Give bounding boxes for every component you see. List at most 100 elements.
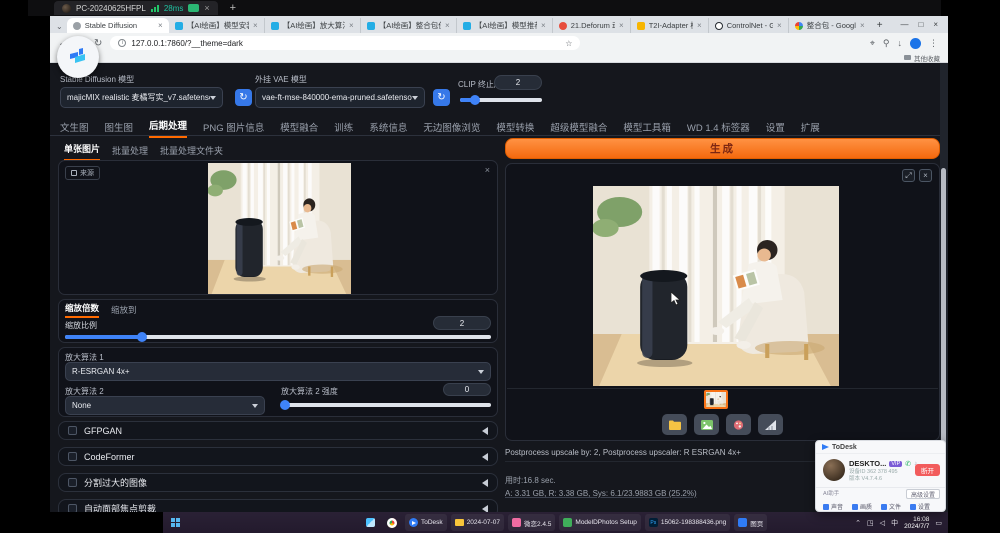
todesk-session-tab[interactable]: PC-20240625HFPL 28ms × (54, 1, 218, 15)
accordion-auto-face-crop[interactable]: 自动面部焦点剪裁 (58, 499, 498, 512)
site-info-icon[interactable]: i (118, 39, 126, 47)
close-window-icon[interactable]: × (933, 20, 938, 29)
minimize-icon[interactable]: — (900, 20, 908, 29)
taskbar-chrome[interactable] (383, 514, 401, 531)
upscaler2-strength-value[interactable]: 0 (443, 383, 491, 396)
assistant-label[interactable]: AI助手 (823, 491, 839, 498)
tab-scale-to[interactable]: 缩放到 (111, 304, 137, 318)
todesk-popup-header[interactable]: ToDesk (816, 441, 945, 454)
resize-slider[interactable] (65, 335, 491, 339)
browser-tab[interactable]: 21.Deforum 动画教程 × (553, 18, 631, 33)
tab-close-icon[interactable]: × (158, 21, 163, 30)
subtab-batch[interactable]: 批量处理 (112, 144, 148, 161)
tab-close-icon[interactable]: × (619, 21, 624, 30)
profile-avatar[interactable] (910, 38, 921, 49)
save-image-button[interactable] (694, 414, 719, 435)
tab-close-icon[interactable]: × (541, 21, 546, 30)
ime-indicator[interactable]: 中 (891, 518, 898, 528)
browser-tab[interactable]: 整合包 - Google 搜索 × (789, 18, 871, 33)
bookmark-star-icon[interactable]: ☆ (565, 39, 572, 48)
codeformer-checkbox[interactable] (68, 452, 77, 461)
source-image[interactable] (208, 163, 351, 294)
clip-skip-slider[interactable] (460, 98, 542, 102)
tab-close-icon[interactable]: × (253, 21, 258, 30)
resize-tool-button[interactable] (758, 414, 783, 435)
accordion-codeformer[interactable]: CodeFormer (58, 447, 498, 466)
taskbar-todesk[interactable]: ToDesk (405, 514, 447, 531)
other-bookmarks-label[interactable]: 其他收藏 (914, 53, 940, 63)
taskbar-folder[interactable]: 2024-07-07 (451, 514, 504, 531)
gallery-thumbnail[interactable] (704, 390, 728, 409)
tab-close-icon[interactable]: × (860, 21, 865, 30)
disconnect-button[interactable]: 断开 (915, 464, 940, 476)
new-session-icon[interactable]: + (230, 2, 236, 14)
volume-icon[interactable]: ◁ (880, 519, 885, 527)
upscaler2-dropdown[interactable]: None (65, 396, 265, 415)
subtab-single-image[interactable]: 单张图片 (64, 142, 100, 161)
notification-icon[interactable]: ▭ (935, 519, 942, 527)
vae-refresh-button[interactable]: ↻ (433, 89, 450, 106)
accordion-gfpgan[interactable]: GFPGAN (58, 421, 498, 440)
address-bar[interactable]: i 127.0.0.1:7860/?__theme=dark ☆ (110, 36, 580, 50)
cursor-ext-icon[interactable]: ⌖ (870, 38, 875, 49)
browser-tab[interactable]: 【AI绘画】模型推荐 - 哔哩哔哩 × (457, 18, 553, 33)
slider-handle[interactable] (137, 332, 147, 342)
open-folder-button[interactable] (662, 414, 687, 435)
upscaler2-strength-slider[interactable] (281, 403, 491, 407)
resize-value[interactable]: 2 (433, 316, 491, 330)
advanced-settings-button[interactable]: 高级设置 (906, 489, 940, 499)
phone-icon[interactable]: ✆ (905, 460, 911, 468)
taskbar-clock[interactable]: 16:08 2024/7/7 (904, 516, 929, 530)
accordion-split-oversize[interactable]: 分割过大的图像 (58, 473, 498, 492)
vae-dropdown[interactable]: vae-ft-mse-840000-ema-pruned.safetensors (255, 87, 425, 108)
launcher-logo[interactable] (57, 36, 99, 78)
new-tab-icon[interactable]: + (877, 20, 883, 31)
extension-icon[interactable]: ⚲ (883, 38, 890, 49)
tab-search-icon[interactable]: ⌄ (56, 22, 63, 31)
browser-tab[interactable]: 【AI绘画】模型安装教程 - 哔哩哔哩 × (169, 18, 265, 33)
browser-tab[interactable]: 【AI绘画】放大算法对比 - 哔哩哔哩 × (265, 18, 361, 33)
tab-scale-by[interactable]: 缩放倍数 (65, 302, 99, 318)
screen-share-icon[interactable] (188, 4, 199, 12)
browser-tab-active[interactable]: Stable Diffusion × (67, 18, 169, 33)
tray-expand-icon[interactable]: ⌃ (855, 519, 861, 527)
clear-image-icon[interactable]: × (485, 165, 490, 175)
model-dropdown[interactable]: majicMIX realistic 麦橘写实_v7.safetensors [… (60, 87, 223, 108)
source-image-dropzone[interactable]: 来源 × (58, 160, 498, 295)
browser-tab[interactable]: 【AI绘画】整合包使用教程 - 哔哩哔哩 × (361, 18, 457, 33)
browser-tab[interactable]: ControlNet - GitHub × (709, 18, 789, 33)
slider-handle[interactable] (280, 400, 290, 410)
send-to-extras-button[interactable] (726, 414, 751, 435)
taskbar-blue-app[interactable]: 图页 (734, 514, 767, 531)
upscaler1-dropdown[interactable]: R-ESRGAN 4x+ (65, 362, 491, 381)
model-refresh-button[interactable]: ↻ (235, 89, 252, 106)
taskbar-setup-app[interactable]: ModelDPhotos Setup (559, 514, 640, 531)
action-settings[interactable]: 设置 (910, 502, 930, 511)
task-view-button[interactable] (362, 514, 379, 531)
taskbar-photoshop[interactable]: Ps 15062-198388436.png (645, 514, 730, 531)
action-quality[interactable]: 画质 (852, 502, 872, 511)
generate-button[interactable]: 生成 (505, 138, 940, 159)
browser-tab[interactable]: T2I-Adapter 模型 × (631, 18, 709, 33)
close-gallery-icon[interactable]: × (919, 169, 932, 182)
taskbar-pink-app[interactable]: 微恋2.4.5 (508, 514, 555, 531)
close-session-icon[interactable]: × (204, 4, 209, 13)
scrollbar-thumb[interactable] (941, 168, 946, 453)
subtab-batch-folder[interactable]: 批量处理文件夹 (160, 144, 223, 161)
gfpgan-checkbox[interactable] (68, 426, 77, 435)
network-icon[interactable]: ◳ (867, 519, 874, 527)
start-button[interactable] (171, 518, 180, 527)
tab-close-icon[interactable]: × (777, 21, 782, 30)
maximize-icon[interactable]: □ (918, 20, 923, 29)
slider-handle[interactable] (470, 95, 480, 105)
action-files[interactable]: 文件 (881, 502, 901, 511)
tab-close-icon[interactable]: × (697, 21, 702, 30)
clip-skip-value[interactable]: 2 (494, 75, 542, 90)
tab-close-icon[interactable]: × (349, 21, 354, 30)
menu-kebab-icon[interactable]: ⋮ (929, 38, 938, 49)
tab-close-icon[interactable]: × (445, 21, 450, 30)
face-crop-checkbox[interactable] (68, 504, 77, 512)
action-sound[interactable]: 声音 (823, 502, 843, 511)
download-icon[interactable]: ↓ (898, 38, 903, 48)
fullscreen-icon[interactable]: ⤢ (902, 169, 915, 182)
